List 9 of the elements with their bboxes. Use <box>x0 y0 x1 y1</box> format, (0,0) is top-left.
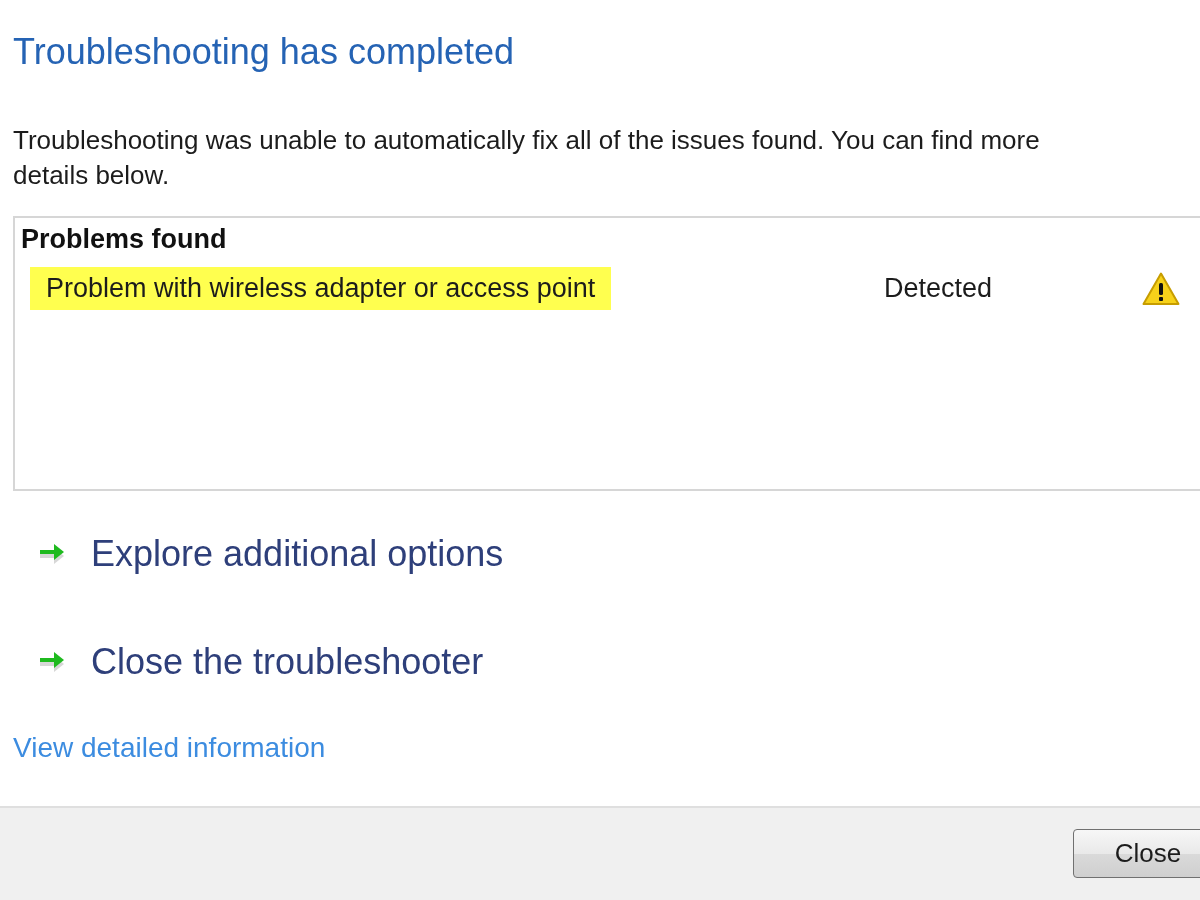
warning-icon <box>1142 271 1180 306</box>
problem-status: Detected <box>884 273 994 304</box>
problem-name: Problem with wireless adapter or access point <box>30 267 612 310</box>
command-link[interactable]: Explore additional options <box>37 529 504 579</box>
command-link[interactable]: Close the troubleshooter <box>37 637 484 687</box>
close-button[interactable]: Close <box>1073 829 1200 878</box>
dialog-title: Troubleshooting has completed <box>13 30 514 74</box>
description-text: Troubleshooting was unable to automatically fix all of the issues found. You can find more details below. <box>13 124 1041 192</box>
problems-heading: Problems found <box>20 223 228 254</box>
